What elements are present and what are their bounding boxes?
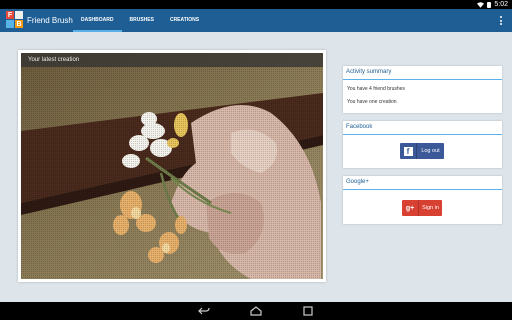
facebook-logout-button[interactable]: f Log out [400,143,444,159]
facebook-icon: f [400,143,417,159]
activity-summary-card: Activity summary You have 4 friend brush… [343,66,502,113]
tab-bar: DASHBOARD BRUSHES CREATIONS [73,9,207,32]
google-plus-icon: g+ [402,200,419,216]
google-plus-title: Google+ [343,176,502,190]
app-title: Friend Brush [27,16,73,25]
tab-creations[interactable]: CREATIONS [162,9,207,32]
action-bar: F B Friend Brush DASHBOARD BRUSHES CREAT… [0,9,512,32]
google-signin-label: Sign in [422,205,439,211]
status-time: 5:02 [494,1,508,8]
activity-title: Activity summary [343,66,502,80]
wifi-icon [477,1,485,8]
status-bar: 5:02 [0,0,512,9]
google-signin-button[interactable]: g+ Sign in [402,200,442,216]
creation-caption: Your latest creation [21,53,323,67]
creation-artwork [21,53,323,279]
tab-dashboard[interactable]: DASHBOARD [73,9,122,32]
activity-creations-count: You have one creation [347,99,397,105]
overflow-menu-icon[interactable] [500,16,502,25]
battery-icon [487,1,492,8]
latest-creation-card: Your latest creation [18,50,326,282]
tab-brushes[interactable]: BRUSHES [122,9,162,32]
app-logo: F B [6,11,23,28]
back-icon[interactable] [198,306,210,316]
facebook-card: Facebook f Log out [343,121,502,168]
activity-brushes-count: You have 4 friend brushes [347,86,405,92]
recents-icon[interactable] [302,306,314,316]
creation-image[interactable]: Your latest creation [21,53,323,279]
navigation-bar [0,302,512,320]
google-plus-card: Google+ g+ Sign in [343,176,502,224]
facebook-logout-label: Log out [421,148,440,154]
home-icon[interactable] [250,306,262,316]
facebook-title: Facebook [343,121,502,135]
